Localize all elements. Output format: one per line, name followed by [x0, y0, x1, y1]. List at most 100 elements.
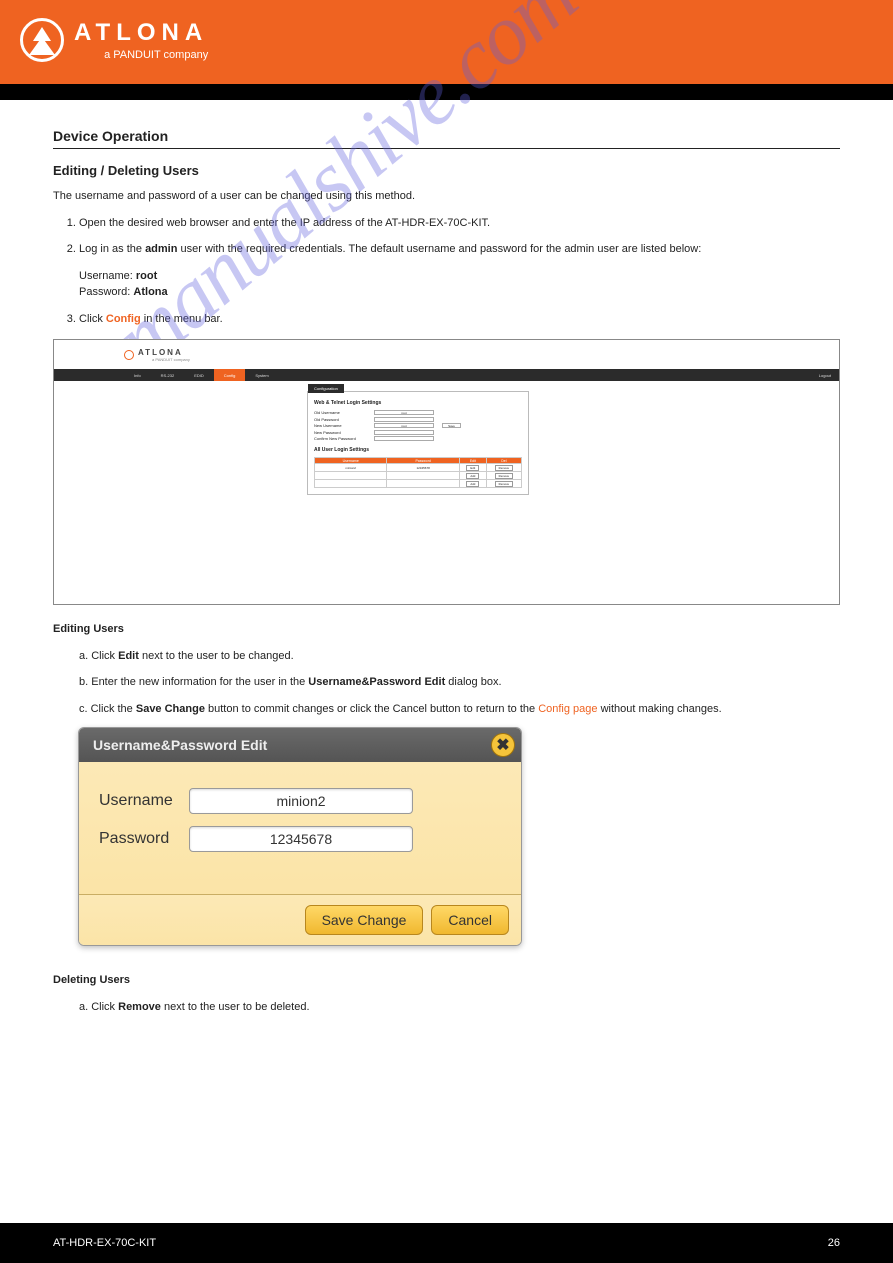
- deleting-step-a: a. Click Remove next to the user to be d…: [79, 999, 840, 1016]
- remove-button[interactable]: Remove: [495, 481, 513, 487]
- dialog-body: Username Password: [79, 762, 521, 894]
- page-content: Device Operation Editing / Deleting User…: [0, 128, 893, 1085]
- editing-step-b: b. Enter the new information for the use…: [79, 674, 840, 691]
- cell-password: [387, 472, 459, 480]
- ss-logo-icon: [124, 350, 134, 360]
- dialog-header: Username&Password Edit ✖: [79, 728, 521, 762]
- lbl-old-pass: Old Password: [314, 417, 374, 422]
- cell-edit: Add: [459, 480, 486, 488]
- dialog-footer: Save Change Cancel: [79, 894, 521, 945]
- brand-subtitle: a PANDUIT company: [74, 49, 208, 61]
- brand-logo: ATLONA a PANDUIT company: [20, 18, 208, 62]
- cell-edit: Edit: [459, 464, 486, 472]
- remove-button[interactable]: Remove: [495, 473, 513, 479]
- lbl-new-user: New Username: [314, 423, 374, 428]
- step-2-bold: admin: [145, 243, 177, 255]
- cell-username: minion2: [315, 464, 387, 472]
- config-page-screenshot: ATLONA a PANDUIT company Info RS-232 EDI…: [53, 339, 840, 605]
- step-3: Click Config in the menu bar.: [79, 311, 840, 328]
- section-title: Device Operation: [53, 128, 840, 144]
- save-change-button[interactable]: Save Change: [305, 905, 424, 935]
- deleting-heading: Deleting Users: [53, 972, 840, 989]
- ss-header: ATLONA a PANDUIT company: [54, 340, 839, 369]
- cell-edit: Add: [459, 472, 486, 480]
- cell-del: Remove: [486, 480, 521, 488]
- lbl-old-user: Old Username: [314, 410, 374, 415]
- ss-brand-sub: a PANDUIT company: [152, 357, 190, 362]
- row-old-pass: Old Password: [314, 417, 522, 422]
- row-new-pass: New Password: [314, 430, 522, 435]
- row-old-user: Old Usernameroot: [314, 410, 522, 415]
- nav-system[interactable]: System: [245, 369, 278, 381]
- dialog-username-input[interactable]: [189, 788, 413, 814]
- nav-edid[interactable]: EDID: [184, 369, 214, 381]
- cell-username: [315, 472, 387, 480]
- brand-text-wrap: ATLONA a PANDUIT company: [74, 19, 208, 61]
- cell-del: Remove: [486, 464, 521, 472]
- dialog-username-label: Username: [99, 792, 189, 810]
- editing-step-c: c. Click the Save Change button to commi…: [79, 701, 840, 718]
- remove-button[interactable]: Remove: [495, 465, 513, 471]
- ss-brand: ATLONA: [138, 348, 190, 357]
- input-old-user[interactable]: root: [374, 410, 434, 415]
- dialog-password-row: Password: [99, 826, 501, 852]
- cred-user-label: Username:: [79, 270, 133, 282]
- dialog-username-row: Username: [99, 788, 501, 814]
- user-table: Username Password Edit Del minion2 12345…: [314, 457, 522, 488]
- intro-text: The username and password of a user can …: [53, 188, 840, 205]
- nav-config[interactable]: Config: [214, 369, 246, 381]
- nav-rs232[interactable]: RS-232: [151, 369, 185, 381]
- all-user-title: All User Login Settings: [314, 447, 522, 453]
- input-new-user[interactable]: root: [374, 423, 434, 428]
- add-button[interactable]: Add: [466, 473, 479, 479]
- dialog-password-label: Password: [99, 830, 189, 848]
- row-new-user: New Usernameroot Save: [314, 423, 522, 428]
- footer-left: AT-HDR-EX-70C-KIT: [53, 1237, 156, 1249]
- lbl-new-pass: New Password: [314, 430, 374, 435]
- footer-page-number: 26: [828, 1237, 840, 1249]
- nav-logout[interactable]: Logout: [819, 373, 831, 378]
- ss-brand-wrap: ATLONA a PANDUIT company: [138, 348, 190, 362]
- close-icon[interactable]: ✖: [491, 733, 515, 757]
- step-1: Open the desired web browser and enter t…: [79, 215, 840, 232]
- page-header: ATLONA a PANDUIT company: [0, 0, 893, 84]
- username-password-dialog: Username&Password Edit ✖ Username Passwo…: [78, 727, 522, 946]
- panel-inner: Web & Telnet Login Settings Old Username…: [308, 392, 528, 494]
- editing-step-a: a. Click Edit next to the user to be cha…: [79, 648, 840, 665]
- step-2-mid: user with the required credentials. The …: [177, 243, 701, 255]
- ss-logo: ATLONA a PANDUIT company: [124, 348, 190, 362]
- step-3-link: Config: [106, 313, 141, 325]
- save-button[interactable]: Save: [442, 423, 461, 428]
- header-divider: [0, 84, 893, 100]
- step-2: Log in as the admin user with the requir…: [79, 241, 840, 301]
- cred-pass-label: Password:: [79, 286, 130, 298]
- editing-steps: a. Click Edit next to the user to be cha…: [53, 648, 840, 718]
- subsection-title: Editing / Deleting Users: [53, 163, 840, 178]
- dialog-password-input[interactable]: [189, 826, 413, 852]
- ss-nav: Info RS-232 EDID Config System Logout: [54, 369, 839, 381]
- edit-button[interactable]: Edit: [466, 465, 479, 471]
- credentials-block: Username: root Password: Atlona: [79, 268, 840, 301]
- step-2-pre: Log in as the: [79, 243, 145, 255]
- page-footer: AT-HDR-EX-70C-KIT 26: [0, 1223, 893, 1263]
- brand-name: ATLONA: [74, 19, 208, 47]
- input-old-pass[interactable]: [374, 417, 434, 422]
- row-conf-pass: Confirm New Password: [314, 436, 522, 441]
- logo-icon: [20, 18, 64, 62]
- nav-info[interactable]: Info: [124, 369, 151, 381]
- section-rule: [53, 148, 840, 149]
- config-panel: Configuration Web & Telnet Login Setting…: [307, 391, 529, 495]
- input-new-pass[interactable]: [374, 430, 434, 435]
- step-1-text: Open the desired web browser and enter t…: [79, 217, 490, 229]
- cell-username: [315, 480, 387, 488]
- table-row: Add Remove: [315, 480, 522, 488]
- cell-password: 12345678: [387, 464, 459, 472]
- cred-user-value: root: [136, 270, 157, 282]
- table-row: minion2 12345678 Edit Remove: [315, 464, 522, 472]
- cell-password: [387, 480, 459, 488]
- cancel-button[interactable]: Cancel: [431, 905, 509, 935]
- cell-del: Remove: [486, 472, 521, 480]
- add-button[interactable]: Add: [466, 481, 479, 487]
- step-3-post: in the menu bar.: [141, 313, 223, 325]
- input-conf-pass[interactable]: [374, 436, 434, 441]
